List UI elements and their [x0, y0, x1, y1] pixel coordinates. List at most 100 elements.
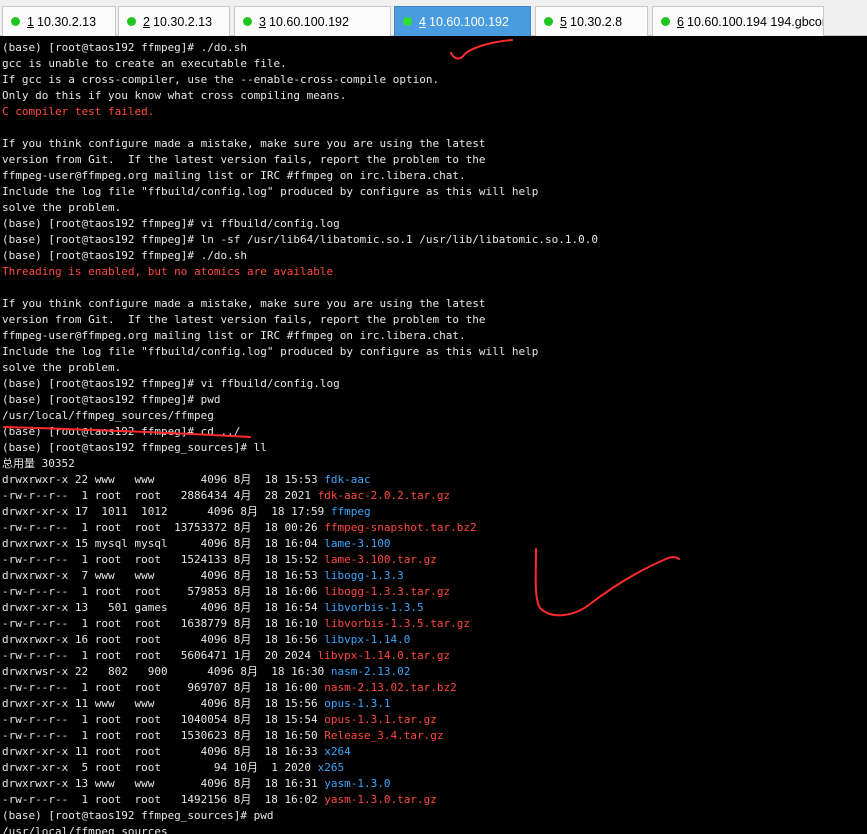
listing-row: -rw-r--r-- 1 root root 1040054 8月 18 15:… [2, 712, 867, 728]
tab-3[interactable]: 3 10.60.100.192 [234, 6, 391, 36]
tab-2[interactable]: 2 10.30.2.13 [118, 6, 230, 36]
tab-4[interactable]: 4 10.60.100.192 [394, 6, 531, 36]
listing-info: drwxr-xr-x 13 501 games 4096 8月 18 16:54 [2, 601, 325, 614]
tab-1[interactable]: 1 10.30.2.13 [2, 6, 116, 36]
tab-number: 3 [259, 15, 266, 29]
listing-row: drwxrwxr-x 22 www www 4096 8月 18 15:53 f… [2, 472, 867, 488]
terminal-line: Include the log file "ffbuild/config.log… [2, 345, 539, 358]
terminal-line: (base) [root@taos192 ffmpeg]# cd ../ [2, 425, 241, 438]
terminal-line: 总用量 30352 [2, 457, 75, 470]
connection-status-icon [544, 17, 553, 26]
directory-name: ffmpeg [330, 505, 371, 518]
terminal-line: /usr/local/ffmpeg_sources/ffmpeg [2, 409, 214, 422]
listing-row: -rw-r--r-- 1 root root 1524133 8月 18 15:… [2, 552, 867, 568]
listing-info: drwxrwxr-x 16 root root 4096 8月 18 16:56 [2, 633, 325, 646]
listing-info: drwxrwxr-x 7 www www 4096 8月 18 16:53 [2, 569, 325, 582]
connection-status-icon [243, 17, 252, 26]
terminal-line: Only do this if you know what cross comp… [2, 89, 347, 102]
listing-row: -rw-r--r-- 1 root root 5606471 1月 20 202… [2, 648, 867, 664]
listing-row: drwxrwsr-x 22 802 900 4096 8月 18 16:30 n… [2, 664, 867, 680]
listing-info: drwxrwxr-x 13 www www 4096 8月 18 16:31 [2, 777, 325, 790]
archive-name: Release_3.4.tar.gz [324, 729, 444, 742]
terminal-line: ffmpeg-user@ffmpeg.org mailing list or I… [2, 169, 466, 182]
archive-name: libogg-1.3.3.tar.gz [324, 585, 451, 598]
tab-label: 10.30.2.13 [37, 15, 97, 29]
terminal-line: (base) [root@taos192 ffmpeg]# ./do.sh [2, 249, 248, 262]
terminal-output[interactable]: (base) [root@taos192 ffmpeg]# ./do.sh gcc… [0, 40, 867, 834]
listing-row: -rw-r--r-- 1 root root 1530623 8月 18 16:… [2, 728, 867, 744]
listing-row: -rw-r--r-- 1 root root 2886434 4月 28 202… [2, 488, 867, 504]
tab-label: 10.60.100.192 [429, 15, 509, 29]
archive-name: fdk-aac-2.0.2.tar.gz [317, 489, 451, 502]
terminal-line: (base) [root@taos192 ffmpeg]# ln -sf /us… [2, 233, 599, 246]
terminal-line: solve the problem. [2, 201, 122, 214]
listing-row: drwxrwxr-x 15 mysql mysql 4096 8月 18 16:… [2, 536, 867, 552]
listing-row: drwxrwxr-x 13 www www 4096 8月 18 16:31 y… [2, 776, 867, 792]
connection-status-icon [403, 17, 412, 26]
tab-5[interactable]: 5 10.30.2.8 [535, 6, 648, 36]
listing-row: -rw-r--r-- 1 root root 1638779 8月 18 16:… [2, 616, 867, 632]
terminal-line: If you think configure made a mistake, m… [2, 297, 486, 310]
tab-label: 10.60.100.194 194.gbcom [687, 15, 824, 29]
terminal-line: (base) [root@taos192 ffmpeg]# ./do.sh [2, 41, 248, 54]
listing-row: drwxr-xr-x 5 root root 94 10月 1 2020 x26… [2, 760, 867, 776]
listing-row: drwxr-xr-x 11 root root 4096 8月 18 16:33… [2, 744, 867, 760]
listing-info: drwxrwxr-x 15 mysql mysql 4096 8月 18 16:… [2, 537, 325, 550]
directory-name: yasm-1.3.0 [324, 777, 391, 790]
tab-bar: 1 10.30.2.13 2 10.30.2.13 3 10.60.100.192 4 10.… [0, 0, 867, 36]
listing-row: drwxr-xr-x 11 www www 4096 8月 18 15:56 o… [2, 696, 867, 712]
connection-status-icon [661, 17, 670, 26]
listing-info: -rw-r--r-- 1 root root 5606471 1月 20 202… [2, 649, 318, 662]
listing-info: -rw-r--r-- 1 root root 13753372 8月 18 00… [2, 521, 325, 534]
listing-info: drwxr-xr-x 11 www www 4096 8月 18 15:56 [2, 697, 325, 710]
connection-status-icon [127, 17, 136, 26]
terminal-line: C compiler test failed. [2, 105, 155, 118]
listing-info: -rw-r--r-- 1 root root 1492156 8月 18 16:… [2, 793, 325, 806]
terminal-line: Threading is enabled, but no atomics are… [2, 265, 334, 278]
archive-name: libvpx-1.14.0.tar.gz [317, 649, 451, 662]
archive-name: nasm-2.13.02.tar.bz2 [324, 681, 457, 694]
directory-name: x264 [324, 745, 351, 758]
archive-name: yasm-1.3.0.tar.gz [324, 793, 437, 806]
listing-info: -rw-r--r-- 1 root root 579853 8月 18 16:0… [2, 585, 325, 598]
directory-name: nasm-2.13.02 [330, 665, 411, 678]
listing-row: -rw-r--r-- 1 root root 1492156 8月 18 16:… [2, 792, 867, 808]
tab-label: 10.60.100.192 [269, 15, 349, 29]
terminal-line: (base) [root@taos192 ffmpeg]# vi ffbuild… [2, 217, 340, 230]
tab-label: 10.30.2.8 [570, 15, 623, 29]
tab-number: 4 [419, 15, 426, 29]
tab-6[interactable]: 6 10.60.100.194 194.gbcom [652, 6, 824, 36]
listing-row: -rw-r--r-- 1 root root 13753372 8月 18 00… [2, 520, 867, 536]
directory-name: opus-1.3.1 [324, 697, 391, 710]
terminal-line: gcc is unable to create an executable fi… [2, 57, 287, 70]
terminal-line: Include the log file "ffbuild/config.log… [2, 185, 539, 198]
listing-info: -rw-r--r-- 1 root root 1040054 8月 18 15:… [2, 713, 325, 726]
listing-row: drwxrwxr-x 16 root root 4096 8月 18 16:56… [2, 632, 867, 648]
connection-status-icon [11, 17, 20, 26]
listing-info: -rw-r--r-- 1 root root 969707 8月 18 16:0… [2, 681, 325, 694]
listing-row: drwxr-xr-x 13 501 games 4096 8月 18 16:54… [2, 600, 867, 616]
archive-name: lame-3.100.tar.gz [324, 553, 437, 566]
archive-name: ffmpeg-snapshot.tar.bz2 [324, 521, 477, 534]
terminal-lines: (base) [root@taos192 ffmpeg]# ./do.sh gcc… [0, 40, 867, 834]
terminal-line: (base) [root@taos192 ffmpeg_sources]# ll [2, 441, 267, 454]
directory-name: x265 [317, 761, 345, 774]
listing-info: drwxrwsr-x 22 802 900 4096 8月 18 16:30 [2, 665, 331, 678]
listing-info: -rw-r--r-- 1 root root 1638779 8月 18 16:… [2, 617, 325, 630]
listing-info: drwxr-xr-x 11 root root 4096 8月 18 16:33 [2, 745, 325, 758]
terminal-line: version from Git. If the latest version … [2, 313, 486, 326]
terminal-line: ffmpeg-user@ffmpeg.org mailing list or I… [2, 329, 466, 342]
directory-name: libvpx-1.14.0 [324, 633, 411, 646]
terminal-line: solve the problem. [2, 361, 122, 374]
archive-name: opus-1.3.1.tar.gz [324, 713, 437, 726]
tab-label: 10.30.2.13 [153, 15, 213, 29]
tab-number: 2 [143, 15, 150, 29]
directory-name: libogg-1.3.3 [324, 569, 404, 582]
directory-name: libvorbis-1.3.5 [324, 601, 424, 614]
listing-info: drwxrwxr-x 22 www www 4096 8月 18 15:53 [2, 473, 325, 486]
terminal-line: version from Git. If the latest version … [2, 153, 486, 166]
terminal-line: /usr/local/ffmpeg_sources [2, 825, 168, 834]
listing-row: -rw-r--r-- 1 root root 579853 8月 18 16:0… [2, 584, 867, 600]
